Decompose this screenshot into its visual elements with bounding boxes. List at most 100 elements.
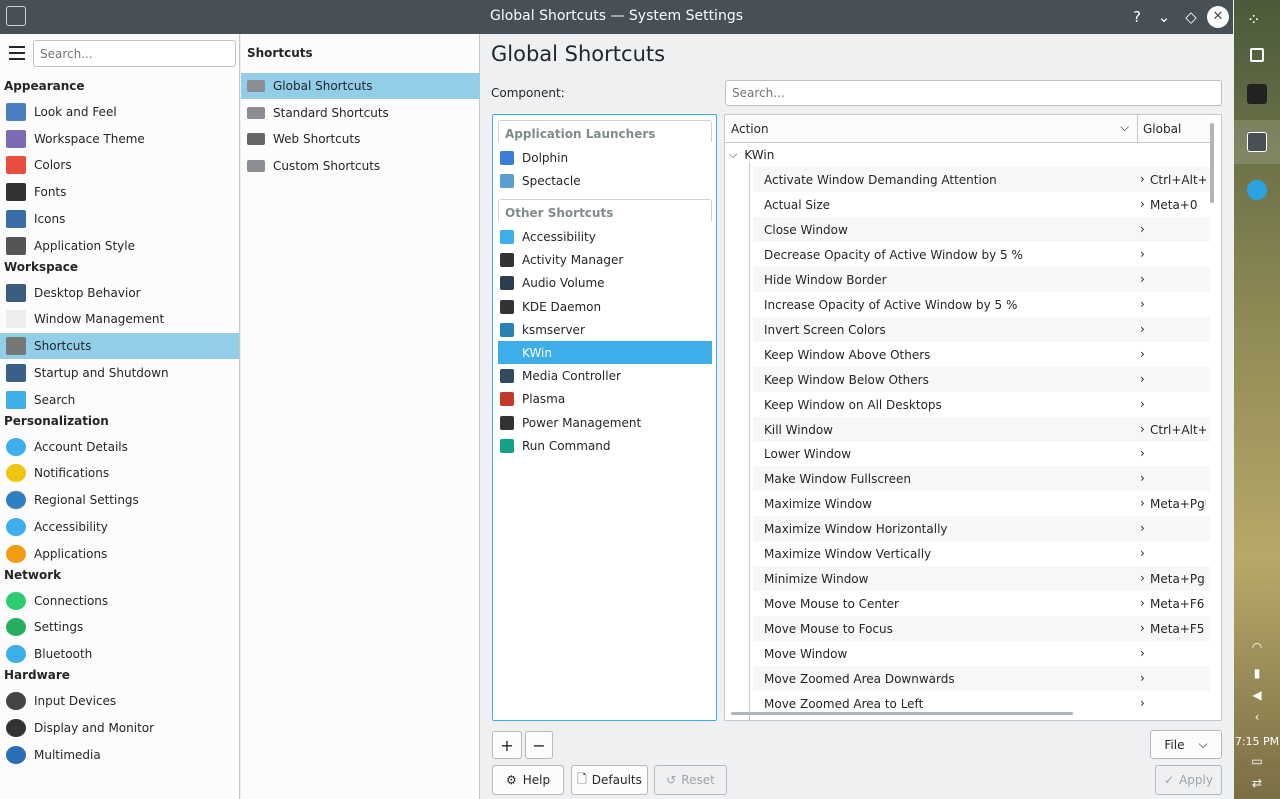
chevron-right-icon[interactable]: › (1140, 546, 1145, 560)
chevron-right-icon[interactable]: › (1140, 297, 1145, 311)
column-header-action[interactable]: Action (731, 122, 769, 136)
sidebar-item-search[interactable]: Search (0, 387, 239, 413)
telegram-app-icon[interactable] (1247, 180, 1267, 200)
sidebar-item-applications[interactable]: Applications (0, 541, 239, 567)
system-settings-app-icon[interactable] (1247, 132, 1267, 152)
sidebar-item-fonts[interactable]: Fonts (0, 179, 239, 205)
sidebar-item-notifications[interactable]: Notifications (0, 460, 239, 486)
close-icon[interactable]: ✕ (1207, 6, 1229, 28)
chevron-right-icon[interactable]: › (1140, 247, 1145, 261)
apply-button[interactable]: ✓ Apply (1155, 765, 1222, 795)
add-button[interactable]: + (492, 731, 522, 759)
chevron-right-icon[interactable]: › (1140, 272, 1145, 286)
component-item-power-management[interactable]: Power Management (498, 411, 712, 434)
chevron-right-icon[interactable]: › (1140, 422, 1145, 436)
show-desktop-icon[interactable] (1250, 48, 1264, 62)
minimize-icon[interactable]: ⌄ (1153, 6, 1175, 28)
help-icon[interactable]: ? (1126, 6, 1148, 28)
sidebar-item-startup-and-shutdown[interactable]: Startup and Shutdown (0, 360, 239, 386)
category-item-global-shortcuts[interactable]: Global Shortcuts (241, 73, 480, 99)
column-header-global[interactable]: Global (1143, 122, 1181, 136)
table-row[interactable]: Invert Screen Colors › (753, 316, 1210, 342)
clock[interactable]: 7:15 PM (1234, 735, 1280, 748)
clipboard-icon[interactable]: ▮ (1247, 666, 1267, 686)
sidebar-item-display-and-monitor[interactable]: Display and Monitor (0, 715, 239, 741)
maximize-icon[interactable]: ◇ (1180, 6, 1202, 28)
table-row[interactable]: Keep Window Above Others › (753, 342, 1210, 367)
table-row[interactable]: Actual Size › Meta+0 (753, 192, 1210, 217)
file-dropdown[interactable]: File ⌵ (1150, 730, 1222, 759)
table-row[interactable]: Activate Window Demanding Attention › Ctrl… (753, 167, 1210, 192)
chevron-right-icon[interactable]: › (1140, 397, 1145, 411)
sidebar-item-workspace-theme[interactable]: Workspace Theme (0, 126, 239, 152)
chevron-right-icon[interactable]: › (1140, 521, 1145, 535)
sidebar-item-multimedia[interactable]: Multimedia (0, 742, 239, 768)
component-item-media-controller[interactable]: Media Controller (498, 365, 712, 388)
table-row[interactable]: Decrease Opacity of Active Window by 5 %… (753, 242, 1210, 267)
sidebar-item-accessibility[interactable]: Accessibility (0, 514, 239, 540)
help-button[interactable]: ⚙ Help (492, 765, 564, 795)
chevron-right-icon[interactable]: › (1140, 621, 1145, 635)
sidebar-item-bluetooth[interactable]: Bluetooth (0, 641, 239, 667)
defaults-button[interactable]: 🗋 Defaults (571, 765, 648, 795)
kde-launcher-icon[interactable]: ⁘ (1247, 10, 1267, 30)
chevron-down-icon[interactable]: ⌵ (729, 148, 737, 162)
sidebar-item-shortcuts[interactable]: Shortcuts (0, 333, 239, 360)
sidebar-item-application-style[interactable]: Application Style (0, 233, 239, 259)
chevron-right-icon[interactable]: › (1140, 471, 1145, 485)
table-row[interactable]: Kill Window › Ctrl+Alt+Esc (753, 416, 1210, 442)
sidebar-item-account-details[interactable]: Account Details (0, 434, 239, 460)
wifi-icon[interactable]: ◠ (1247, 640, 1267, 660)
chevron-right-icon[interactable]: › (1140, 446, 1145, 460)
category-item-standard-shortcuts[interactable]: Standard Shortcuts (241, 100, 480, 126)
expand-tray-icon[interactable]: ‹ (1247, 710, 1267, 730)
sidebar-item-regional-settings[interactable]: Regional Settings (0, 487, 239, 513)
table-row[interactable]: Move Mouse to Focus › Meta+F5 (753, 616, 1210, 642)
table-row[interactable]: Move Mouse to Center › Meta+F6 (753, 591, 1210, 616)
table-row[interactable]: Move Zoomed Area Downwards › (753, 666, 1210, 691)
sidebar-item-window-management[interactable]: Window Management (0, 306, 239, 332)
table-row[interactable]: Minimize Window › Meta+PgDown (753, 566, 1210, 592)
chevron-right-icon[interactable]: › (1140, 197, 1145, 211)
chevron-right-icon[interactable]: › (1140, 347, 1145, 361)
table-row[interactable]: Hide Window Border › (753, 266, 1210, 292)
sidebar-item-desktop-behavior[interactable]: Desktop Behavior (0, 280, 239, 306)
hamburger-menu-icon[interactable] (9, 46, 25, 60)
table-row[interactable]: Close Window › (753, 216, 1210, 242)
vertical-scrollbar[interactable] (1210, 123, 1214, 203)
tree-root-kwin[interactable]: ⌵ KWin (729, 148, 774, 162)
component-item-spectacle[interactable]: Spectacle (498, 169, 712, 192)
sidebar-item-look-and-feel[interactable]: Look and Feel (0, 99, 239, 125)
chevron-right-icon[interactable]: › (1140, 571, 1145, 585)
category-item-web-shortcuts[interactable]: Web Shortcuts (241, 126, 480, 152)
sidebar-item-colors[interactable]: Colors (0, 152, 239, 178)
chevron-right-icon[interactable]: › (1140, 496, 1145, 510)
table-row[interactable]: Increase Opacity of Active Window by 5 %… (753, 292, 1210, 317)
screen-icon[interactable]: ▭ (1247, 754, 1267, 774)
component-item-plasma[interactable]: Plasma (498, 388, 712, 411)
table-row[interactable]: Lower Window › (753, 441, 1210, 466)
sidebar-item-connections[interactable]: Connections (0, 588, 239, 614)
chevron-right-icon[interactable]: › (1140, 322, 1145, 336)
component-item-audio-volume[interactable]: Audio Volume (498, 272, 712, 295)
component-item-ksmserver[interactable]: ksmserver (498, 318, 712, 341)
chevron-right-icon[interactable]: › (1140, 372, 1145, 386)
table-row[interactable]: Make Window Fullscreen › (753, 466, 1210, 492)
table-row[interactable]: Maximize Window Vertically › (753, 541, 1210, 566)
remove-button[interactable]: − (525, 731, 553, 759)
sidebar-item-icons[interactable]: Icons (0, 206, 239, 232)
chevron-down-icon[interactable]: ⌵ (1120, 120, 1129, 135)
table-row[interactable]: Maximize Window › Meta+PgUp (753, 491, 1210, 516)
reset-button[interactable]: ↺ Reset (654, 765, 727, 795)
table-row[interactable]: Move Window › (753, 641, 1210, 666)
terminal-app-icon[interactable] (1247, 84, 1267, 104)
component-item-activity-manager[interactable]: Activity Manager (498, 249, 712, 272)
panel-config-icon[interactable]: ⇄ (1247, 776, 1267, 796)
sidebar-item-input-devices[interactable]: Input Devices (0, 688, 239, 714)
chevron-right-icon[interactable]: › (1140, 172, 1145, 186)
table-row[interactable]: Keep Window Below Others › (753, 366, 1210, 392)
component-item-dolphin[interactable]: Dolphin (498, 146, 712, 169)
component-item-kde-daemon[interactable]: KDE Daemon (498, 295, 712, 318)
sidebar-item-settings[interactable]: Settings (0, 614, 239, 640)
chevron-right-icon[interactable]: › (1140, 696, 1145, 710)
